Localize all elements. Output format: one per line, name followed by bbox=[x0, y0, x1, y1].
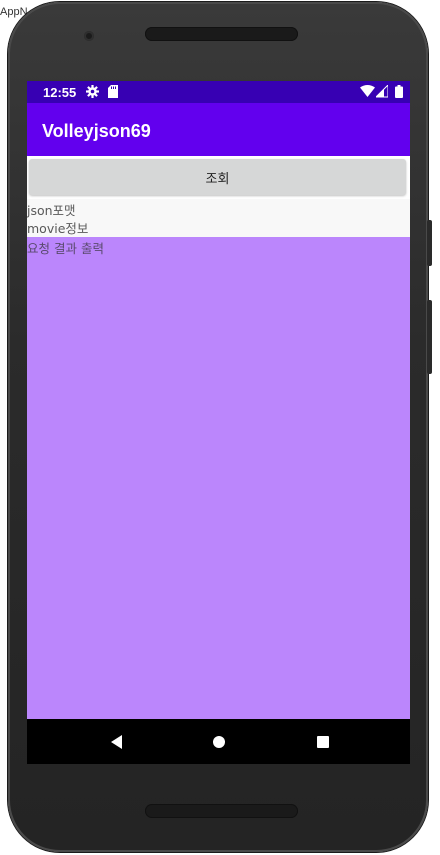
result-text: 요청 결과 출력 bbox=[27, 241, 104, 256]
device-screen: 12:55 Volleyjson69 조회 json포맷 movie정보 요청 … bbox=[27, 81, 410, 764]
navigation-bar bbox=[27, 719, 410, 764]
gear-icon bbox=[86, 85, 99, 98]
status-time: 12:55 bbox=[43, 85, 77, 100]
app-bar: Volleyjson69 bbox=[27, 103, 410, 156]
app-title: Volleyjson69 bbox=[42, 121, 151, 141]
signal-icon bbox=[376, 85, 388, 98]
wifi-icon bbox=[360, 85, 375, 97]
back-icon[interactable] bbox=[107, 732, 127, 752]
sd-card-icon bbox=[108, 85, 118, 98]
top-speaker bbox=[145, 27, 298, 41]
input-text-area[interactable]: json포맷 movie정보 bbox=[27, 199, 410, 237]
power-button bbox=[427, 220, 432, 266]
main-content: 조회 json포맷 movie정보 요청 결과 출력 bbox=[27, 156, 410, 719]
status-bar: 12:55 bbox=[27, 81, 410, 103]
home-icon[interactable] bbox=[209, 732, 229, 752]
query-button[interactable]: 조회 bbox=[29, 159, 406, 195]
input-line-format: json포맷 bbox=[27, 203, 76, 218]
volume-button bbox=[427, 300, 432, 374]
input-line-movie: movie정보 bbox=[27, 221, 89, 236]
bottom-speaker bbox=[145, 804, 298, 818]
phone-frame: 12:55 Volleyjson69 조회 json포맷 movie정보 요청 … bbox=[8, 2, 432, 852]
recents-icon[interactable] bbox=[313, 732, 333, 752]
result-area: 요청 결과 출력 bbox=[27, 237, 410, 719]
front-camera bbox=[84, 31, 94, 41]
battery-icon bbox=[395, 85, 403, 98]
